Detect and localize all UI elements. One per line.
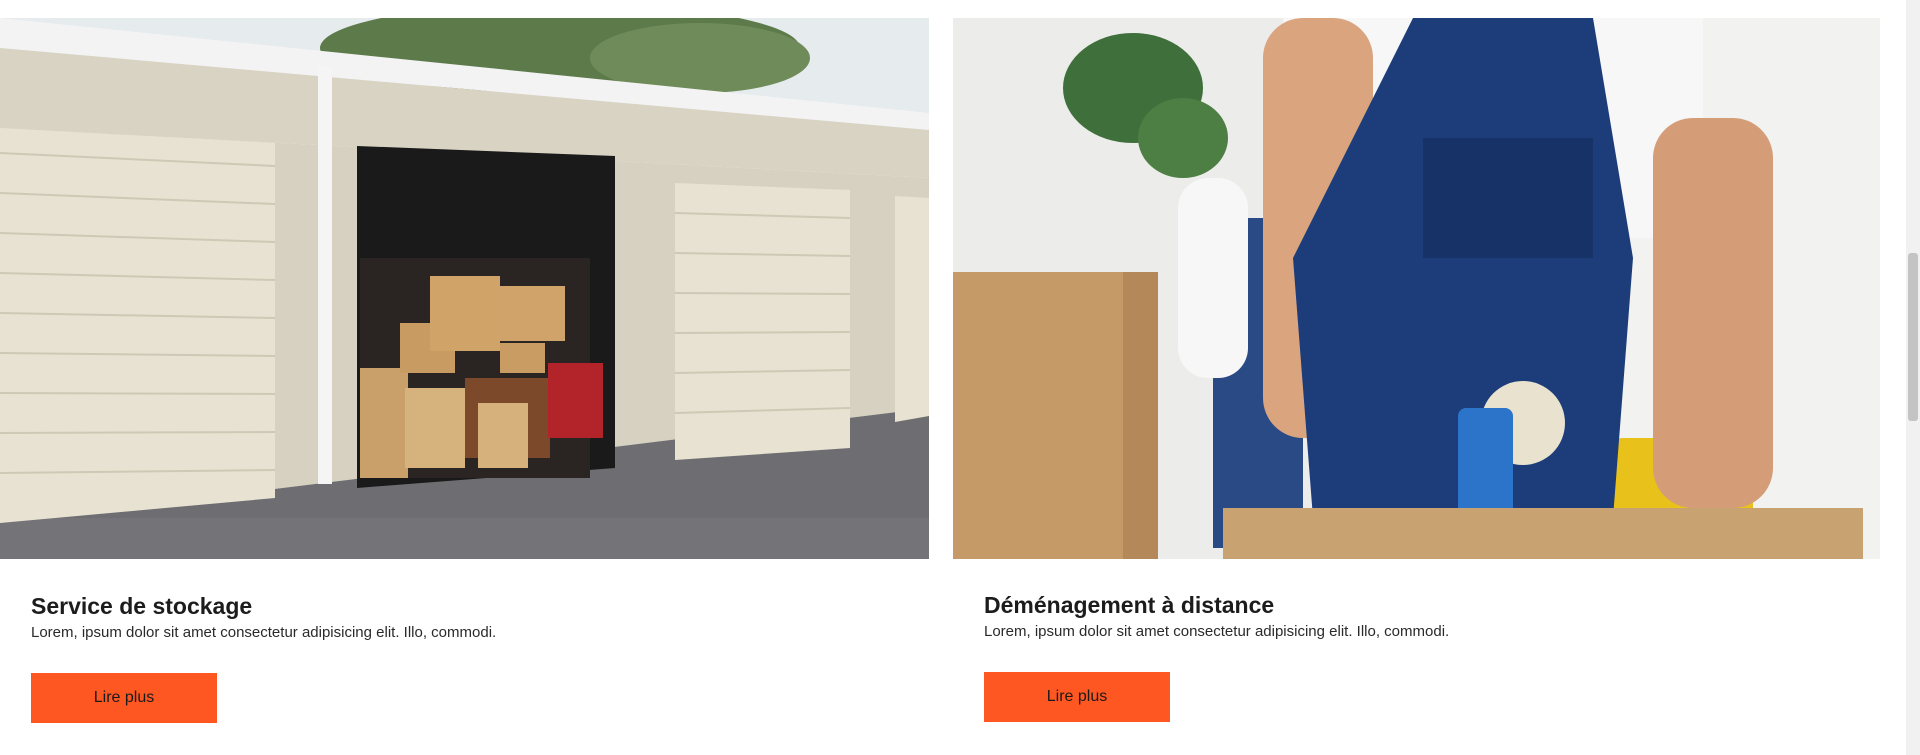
card-description: Lorem, ipsum dolor sit amet consectetur … [984, 623, 1450, 640]
card-title: Service de stockage [31, 593, 253, 619]
read-more-button[interactable]: Lire plus [984, 672, 1170, 722]
storage-units-photo [0, 18, 929, 559]
service-card-long-distance-moving: Déménagement à distance Lorem, ipsum dol… [953, 18, 1880, 722]
card-description: Lorem, ipsum dolor sit amet consectetur … [31, 624, 497, 641]
card-title: Déménagement à distance [984, 592, 1275, 618]
service-card-storage: Service de stockage Lorem, ipsum dolor s… [0, 18, 929, 723]
read-more-button[interactable]: Lire plus [31, 673, 217, 723]
mover-packing-box-photo [953, 18, 1880, 559]
scrollbar-thumb[interactable] [1908, 253, 1918, 421]
page-scrollbar[interactable] [1906, 0, 1920, 755]
